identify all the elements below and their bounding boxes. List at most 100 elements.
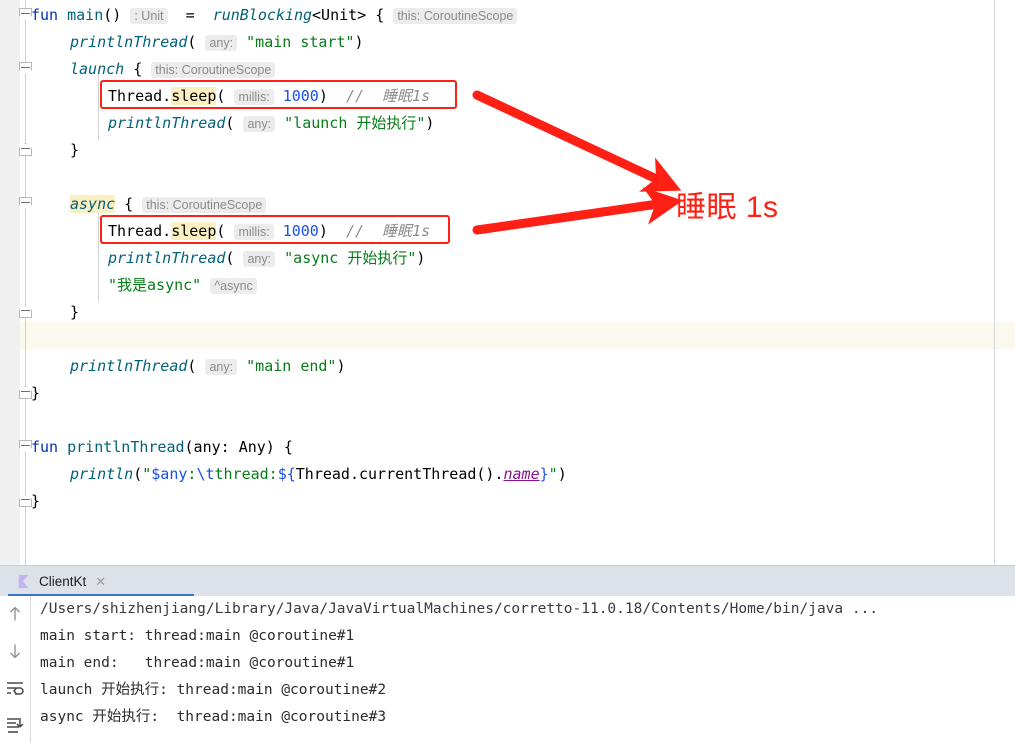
code-token: {: [115, 195, 143, 213]
line-sleep-launch[interactable]: Thread.sleep( millis: 1000) // 睡眠1s: [108, 83, 430, 110]
kotlin-file-icon: [18, 574, 29, 588]
line-close-printlnthread[interactable]: }: [31, 488, 40, 515]
code-token: this: CoroutineScope: [151, 62, 276, 78]
fold-minus-icon: [21, 391, 30, 392]
code-token: sleep: [171, 87, 217, 105]
code-token: fun: [31, 6, 68, 24]
arrow-down-icon[interactable]: [5, 641, 25, 661]
line-close-launch[interactable]: }: [70, 137, 79, 164]
line-sleep-async[interactable]: Thread.sleep( millis: 1000) // 睡眠1s: [108, 218, 430, 245]
fold-shape: [19, 197, 32, 210]
line-launch[interactable]: launch { this: CoroutineScope: [70, 56, 276, 83]
code-token: {: [124, 60, 152, 78]
code-editor[interactable]: fun main() : Unit = runBlocking<Unit> { …: [0, 0, 1015, 565]
code-token: launch: [70, 60, 125, 78]
fold-launch-end[interactable]: [19, 143, 32, 156]
editor-gutter[interactable]: [0, 0, 20, 565]
code-token: }: [539, 465, 549, 483]
line-println-main-start[interactable]: printlnThread( any: "main start"): [70, 29, 364, 56]
code-token: 1000: [282, 222, 319, 240]
line-println-launch[interactable]: printlnThread( any: "launch 开始执行"): [108, 110, 434, 137]
console-l2: main end: thread:main @coroutine#1: [40, 655, 355, 671]
run-tab-bar: [0, 566, 1015, 596]
console-output[interactable]: /Users/shizhenjiang/Library/Java/JavaVir…: [31, 596, 1015, 743]
code-token: printlnThread: [70, 33, 188, 51]
annotation-label: 睡眠 1s: [676, 191, 779, 224]
code-token: ): [354, 33, 364, 51]
line-async-return[interactable]: "我是async" ^async: [108, 272, 257, 299]
code-token: }: [31, 384, 41, 402]
fold-minus-icon: [21, 67, 30, 68]
code-token: (: [187, 33, 206, 51]
code-token: "我是async": [108, 276, 202, 294]
code-token: ): [318, 87, 346, 105]
code-token: // 睡眠1s: [345, 87, 431, 105]
code-token: ): [318, 222, 346, 240]
fold-rail: [25, 0, 26, 565]
fold-minus-icon: [21, 202, 30, 203]
code-token: "main start": [246, 33, 355, 51]
fold-shape: [19, 143, 32, 156]
line-fun-printlnthread[interactable]: fun printlnThread(any: Any) {: [31, 434, 293, 461]
console-toolbar[interactable]: [0, 596, 30, 743]
code-token: ": [142, 465, 152, 483]
console-cmd: /Users/shizhenjiang/Library/Java/JavaVir…: [40, 601, 879, 617]
code-token: any:: [205, 359, 238, 375]
line-close-async[interactable]: }: [70, 299, 79, 326]
scroll-to-end-icon[interactable]: [5, 715, 25, 735]
fold-minus-icon: [21, 310, 30, 311]
fold-minus-icon: [21, 13, 30, 14]
code-token: thread:: [214, 465, 278, 483]
code-token: (: [216, 222, 235, 240]
code-token: 1000: [282, 87, 319, 105]
code-token: : Unit: [130, 8, 168, 24]
fold-launch[interactable]: [19, 62, 32, 75]
guide-async: [98, 207, 99, 302]
code-token: println: [70, 465, 134, 483]
code-token: }: [31, 492, 41, 510]
code-token: runBlocking: [212, 6, 313, 24]
code-token: ): [557, 465, 567, 483]
line-async[interactable]: async { this: CoroutineScope: [70, 191, 267, 218]
code-token: this: CoroutineScope: [142, 197, 267, 213]
fold-minus-icon: [21, 499, 30, 500]
code-token: this: CoroutineScope: [393, 8, 518, 24]
code-token: }: [70, 303, 80, 321]
ide-window: fun main() : Unit = runBlocking<Unit> { …: [0, 0, 1015, 743]
code-token: Thread.: [108, 222, 172, 240]
console-l4: async 开始执行: thread:main @coroutine#3: [40, 709, 387, 725]
fold-shape: [19, 62, 32, 75]
arrow-lower: [472, 187, 683, 235]
code-token: main: [67, 6, 104, 24]
code-token: =: [167, 6, 213, 24]
code-token: millis:: [234, 89, 274, 105]
code-token: async: [70, 195, 116, 213]
code-token: Thread.: [108, 87, 172, 105]
code-token: any:: [243, 251, 276, 267]
code-token: sleep: [171, 222, 217, 240]
fold-async-end[interactable]: [19, 305, 32, 318]
code-token: (: [216, 87, 235, 105]
run-tab-clientkt[interactable]: ClientKt ✕: [8, 566, 116, 596]
code-token: $any: [151, 465, 188, 483]
code-token: ): [336, 357, 346, 375]
close-icon[interactable]: ✕: [95, 575, 106, 588]
arrow-upper: [472, 90, 682, 192]
line-close-main[interactable]: }: [31, 380, 40, 407]
code-token: (: [225, 114, 244, 132]
code-token: printlnThread: [108, 249, 226, 267]
line-println-main-end[interactable]: printlnThread( any: "main end"): [70, 353, 345, 380]
code-token: \t: [196, 465, 215, 483]
line-fun-main[interactable]: fun main() : Unit = runBlocking<Unit> { …: [31, 2, 518, 29]
arrow-up-icon[interactable]: [5, 604, 25, 624]
code-token: name: [503, 465, 540, 483]
line-println-body[interactable]: println("$any:\tthread:${Thread.currentT…: [70, 461, 567, 488]
code-token: ^async: [210, 278, 257, 294]
line-println-async[interactable]: printlnThread( any: "async 开始执行"): [108, 245, 425, 272]
fold-async[interactable]: [19, 197, 32, 210]
soft-wrap-icon[interactable]: [5, 678, 25, 698]
code-token: printlnThread: [70, 357, 188, 375]
